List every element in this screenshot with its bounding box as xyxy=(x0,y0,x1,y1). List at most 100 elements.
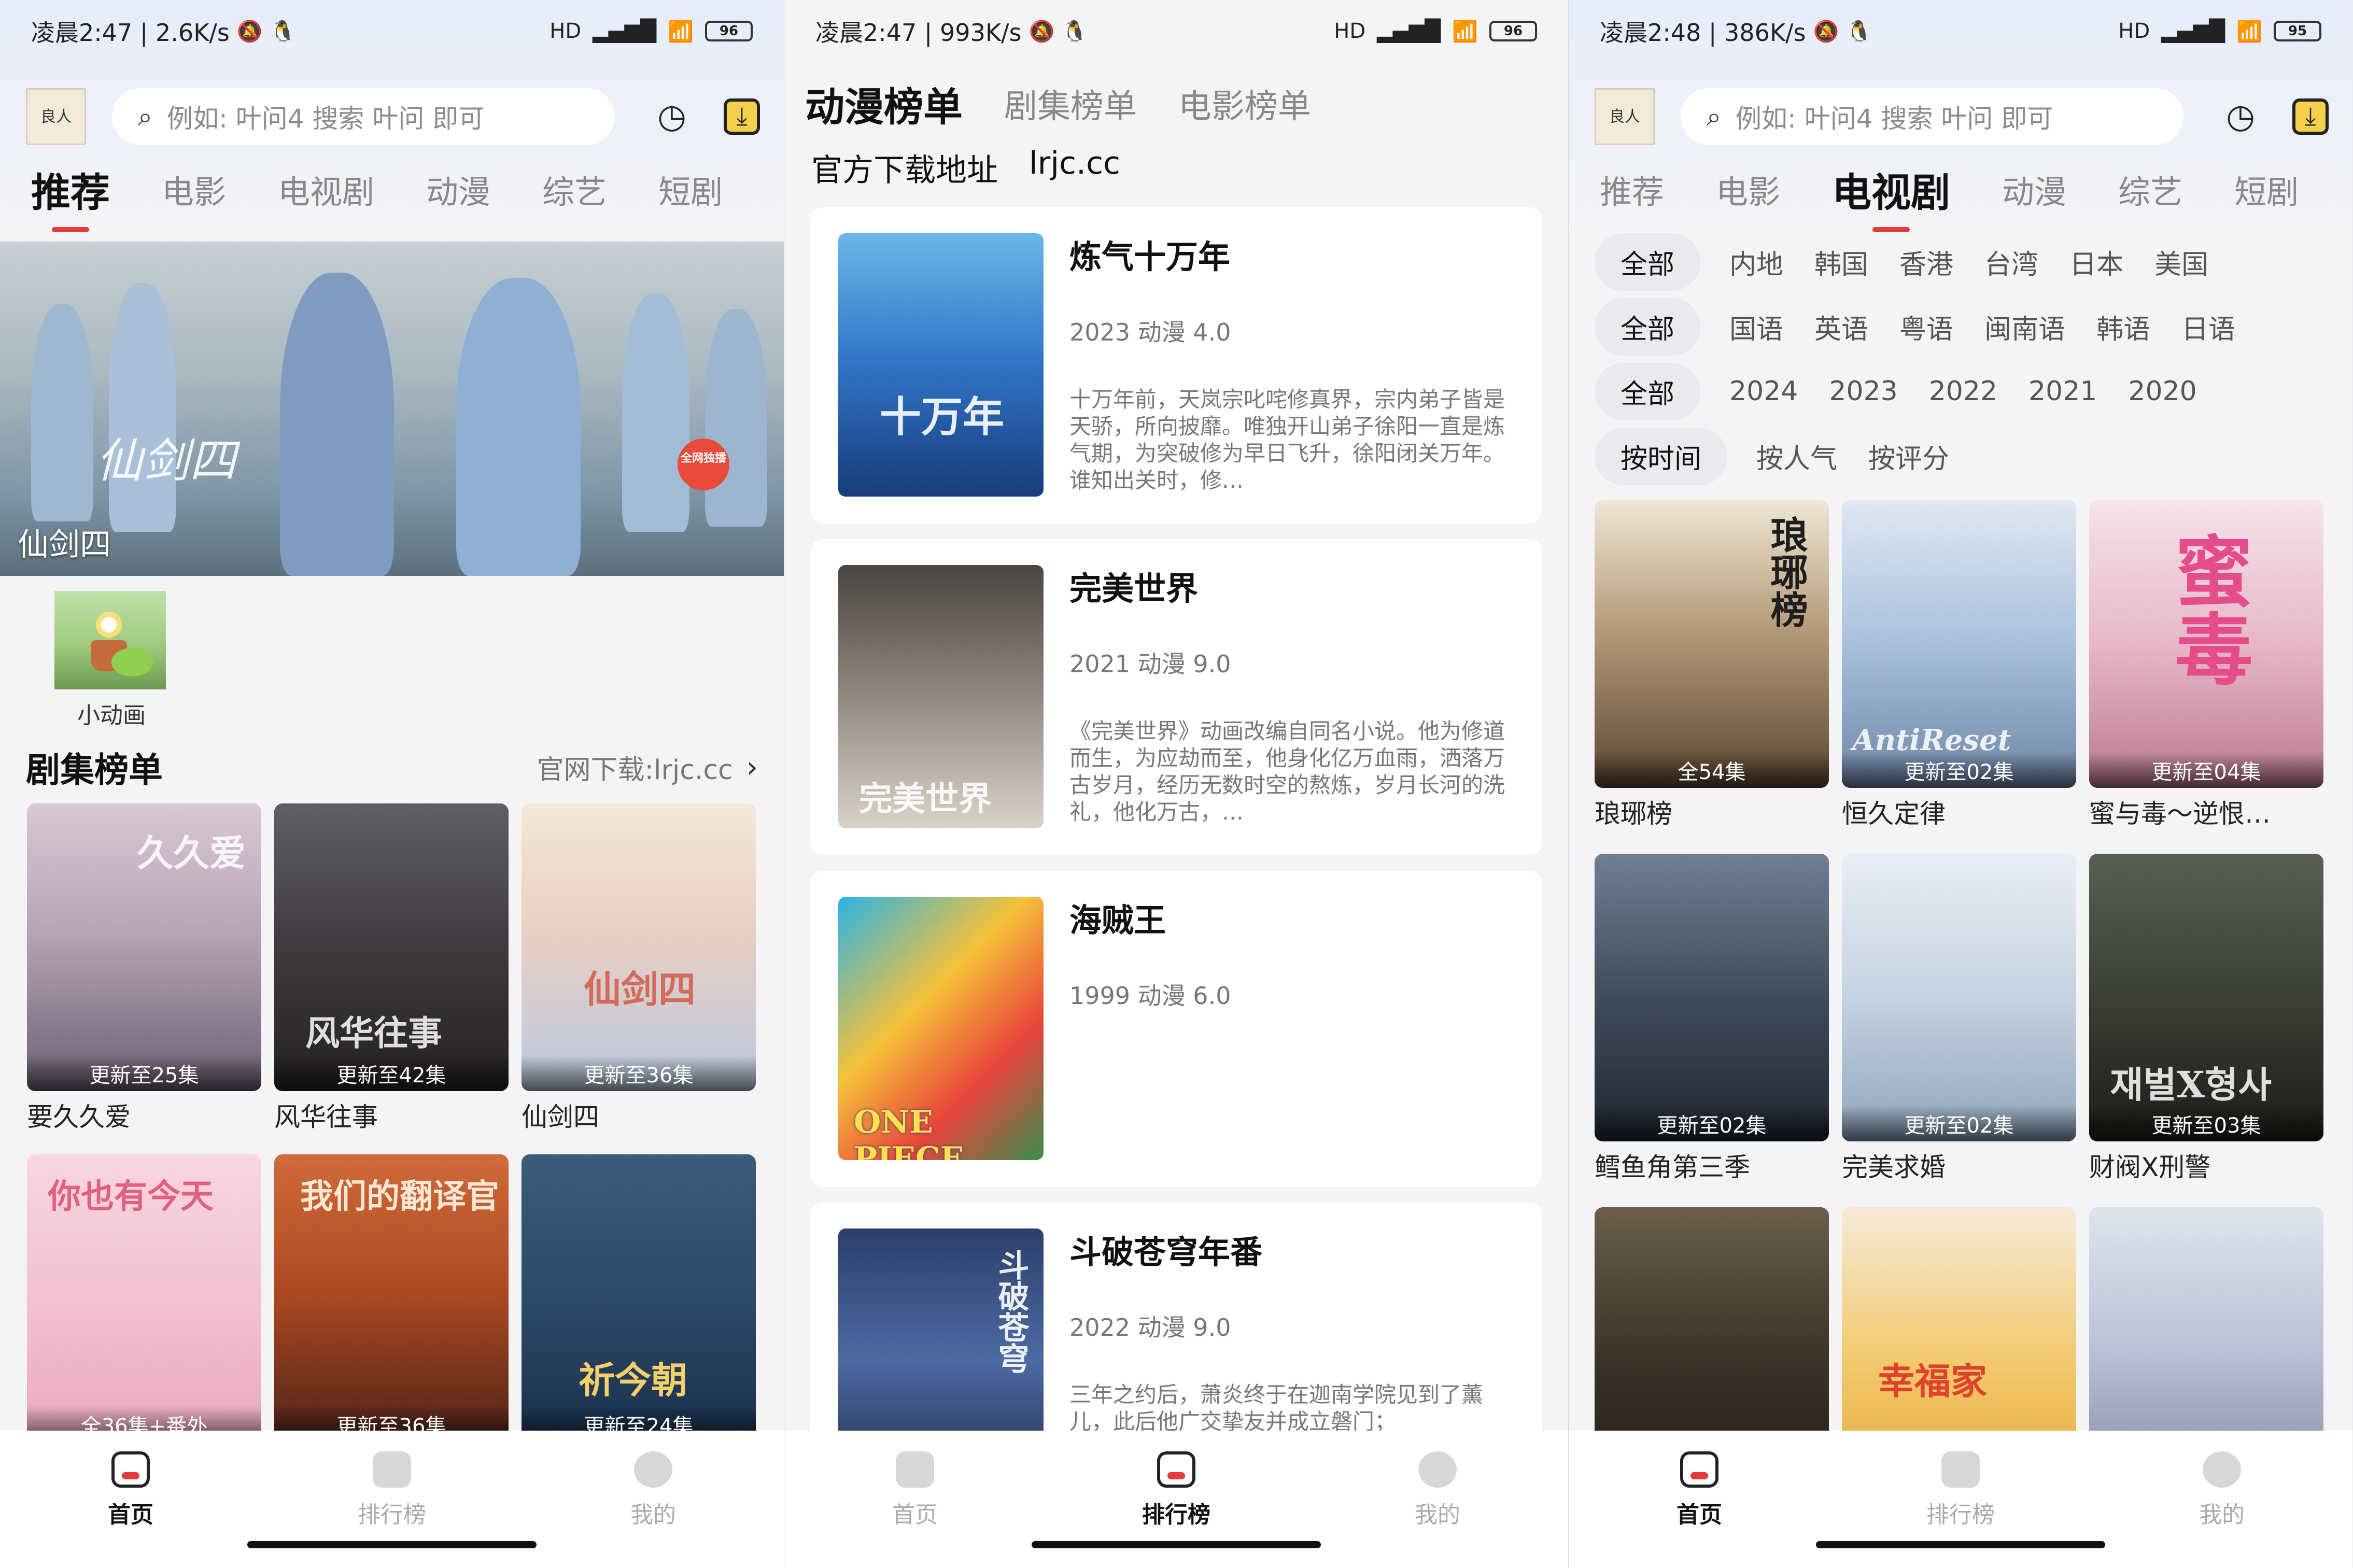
tv-card[interactable]: 재벌X형사 更新至03集 财阀X刑警 xyxy=(2089,854,2323,1184)
tab-variety[interactable]: 综艺 xyxy=(2118,166,2182,213)
tv-card[interactable]: 琅琊榜 全54集 琅琊榜 xyxy=(1595,500,1829,830)
nav-mine[interactable]: 我的 xyxy=(523,1431,784,1534)
nav-mine[interactable]: 我的 xyxy=(2091,1431,2352,1534)
filter-chip[interactable]: 2020 xyxy=(2128,376,2196,407)
filter-chip[interactable]: 粤语 xyxy=(1899,307,1953,346)
status-bar: 凌晨2:47 | 993K/s 🔕 🐧 HD ▂▄▆█ 📶 96 xyxy=(784,0,1568,62)
cover-title-art: ONE PIECE xyxy=(854,1104,964,1160)
tab-anime-rank[interactable]: 动漫榜单 xyxy=(805,75,963,132)
ranking-item[interactable]: ONE PIECE 海贼王 1999 动漫 6.0 xyxy=(810,871,1542,1187)
tv-card[interactable]: 更新至02集 完美求婚 xyxy=(1842,854,2076,1184)
filter-chip[interactable]: 全部 xyxy=(1595,362,1701,420)
status-time-speed: 凌晨2:47 | 2.6K/s xyxy=(31,19,230,47)
tab-recommend[interactable]: 推荐 xyxy=(31,161,110,218)
download-icon[interactable]: ⤓ xyxy=(724,98,760,135)
filter-chip[interactable]: 2021 xyxy=(2028,376,2097,407)
nav-ranking[interactable]: 排行榜 xyxy=(1830,1431,2091,1534)
mini-animation-entry[interactable]: 小动画 xyxy=(54,591,168,730)
nav-label: 排行榜 xyxy=(1926,1502,1995,1528)
ranking-tabs: 动漫榜单 剧集榜单 电影榜单 xyxy=(805,78,1352,130)
tv-card[interactable]: 更新至02集 鳕鱼角第三季 xyxy=(1595,854,1829,1184)
nav-home[interactable]: 首页 xyxy=(1569,1431,1830,1534)
search-input[interactable]: ⌕ 例如: 叶问4 搜索 叶问 即可 xyxy=(1681,88,2183,145)
nav-ranking[interactable]: 排行榜 xyxy=(261,1431,523,1534)
poster-title-art: 祈今朝 xyxy=(579,1359,687,1402)
item-meta: 1999 动漫 6.0 xyxy=(1069,982,1231,1010)
tv-card[interactable]: 蜜毒 更新至04集 蜜与毒～逆恨… xyxy=(2089,500,2323,830)
hero-figure xyxy=(109,283,176,532)
filter-chip[interactable]: 韩国 xyxy=(1814,243,1868,281)
filter-sort: 按时间 按人气 按评分 xyxy=(1595,427,1980,485)
tab-short[interactable]: 短剧 xyxy=(658,166,723,213)
mute-icon: 🔕 xyxy=(1813,19,1839,44)
filter-chip[interactable]: 全部 xyxy=(1595,233,1701,291)
filter-chip[interactable]: 国语 xyxy=(1729,307,1783,346)
chart-icon xyxy=(373,1451,411,1488)
user-icon xyxy=(634,1451,672,1488)
tab-variety[interactable]: 综艺 xyxy=(542,166,607,213)
tab-recommend[interactable]: 推荐 xyxy=(1600,166,1664,213)
cover: 十万年 xyxy=(838,233,1044,497)
chevron-right-icon[interactable]: › xyxy=(746,751,758,784)
tab-drama-rank[interactable]: 剧集榜单 xyxy=(1004,80,1137,128)
filter-chip[interactable]: 全部 xyxy=(1595,298,1701,356)
history-icon[interactable]: ◷ xyxy=(2220,96,2261,137)
filter-chip[interactable]: 按时间 xyxy=(1595,427,1728,485)
nav-label: 我的 xyxy=(2199,1502,2245,1528)
home-indicator[interactable] xyxy=(247,1541,537,1548)
filter-chip[interactable]: 韩语 xyxy=(2096,307,2150,346)
history-icon[interactable]: ◷ xyxy=(651,96,693,137)
ranking-item[interactable]: 完美世界 完美世界 2021 动漫 9.0 《完美世界》动画改编自同名小说。他为… xyxy=(810,539,1542,855)
nav-home[interactable]: 首页 xyxy=(784,1431,1046,1534)
search-input[interactable]: ⌕ 例如: 叶问4 搜索 叶问 即可 xyxy=(112,88,615,145)
official-url[interactable]: lrjc.cc xyxy=(1029,145,1120,190)
home-indicator[interactable] xyxy=(1032,1541,1321,1548)
filter-chip[interactable]: 2022 xyxy=(1929,376,1997,407)
filter-chip[interactable]: 台湾 xyxy=(1984,243,2038,281)
drama-card[interactable]: 祈今朝 更新至24集 xyxy=(522,1154,756,1447)
drama-card[interactable]: 久久爱 更新至25集 要久久爱 xyxy=(27,803,261,1134)
filter-chip[interactable]: 2024 xyxy=(1729,376,1798,407)
filter-chip[interactable]: 按评分 xyxy=(1868,437,1949,476)
filter-chip[interactable]: 2023 xyxy=(1829,376,1897,407)
ranking-item[interactable]: 十万年 炼气十万年 2023 动漫 4.0 十万年前，天岚宗叱咤修真界，宗内弟子… xyxy=(810,207,1542,524)
filter-chip[interactable]: 香港 xyxy=(1899,243,1953,281)
nav-mine[interactable]: 我的 xyxy=(1307,1431,1568,1534)
tab-anime[interactable]: 动漫 xyxy=(2002,166,2066,213)
filter-chip[interactable]: 闽南语 xyxy=(1984,307,2065,346)
app-logo[interactable]: 良人 xyxy=(26,88,86,145)
drama-card[interactable]: 仙剑四 更新至36集 仙剑四 xyxy=(522,803,756,1134)
tab-anime[interactable]: 动漫 xyxy=(426,166,490,213)
poster: 久久爱 更新至25集 xyxy=(27,803,261,1091)
filter-chip[interactable]: 英语 xyxy=(1814,307,1868,346)
tab-short[interactable]: 短剧 xyxy=(2234,166,2299,213)
tv-card[interactable]: AntiReset 更新至02集 恒久定律 xyxy=(1842,500,2076,830)
filter-chip[interactable]: 内地 xyxy=(1729,243,1783,281)
filter-chip[interactable]: 美国 xyxy=(2154,243,2208,281)
drama-card[interactable]: 你也有今天 全36集+番外 xyxy=(27,1154,261,1447)
hero-brand-logo: 仙剑四 xyxy=(96,434,236,488)
app-logo[interactable]: 良人 xyxy=(1595,88,1655,145)
poster-title-art: 你也有今天 xyxy=(48,1177,214,1216)
drama-card[interactable]: 风华往事 更新至42集 风华往事 xyxy=(274,803,509,1134)
nav-ranking[interactable]: 排行榜 xyxy=(1046,1431,1307,1534)
tab-movie-rank[interactable]: 电影榜单 xyxy=(1178,80,1311,128)
drama-card[interactable]: 我们的翻译官 更新至36集 xyxy=(274,1154,509,1447)
filter-chip[interactable]: 日本 xyxy=(2069,243,2123,281)
nav-home[interactable]: 首页 xyxy=(0,1431,261,1534)
download-icon[interactable]: ⤓ xyxy=(2292,98,2329,135)
search-placeholder: 例如: 叶问4 搜索 叶问 即可 xyxy=(1736,104,2053,134)
tab-movie[interactable]: 电影 xyxy=(162,166,226,213)
filter-chip[interactable]: 按人气 xyxy=(1756,437,1837,476)
filter-chip[interactable]: 日语 xyxy=(2181,307,2235,346)
hd-label: HD xyxy=(2118,19,2150,43)
hero-banner[interactable]: 仙剑四 全网独播 仙剑四 xyxy=(0,242,784,576)
tab-movie[interactable]: 电影 xyxy=(1716,166,1780,213)
home-indicator[interactable] xyxy=(1816,1541,2105,1548)
battery-icon: 96 xyxy=(1489,21,1537,41)
section-more-link[interactable]: 官网下载:lrjc.cc xyxy=(537,748,733,787)
nav-label: 首页 xyxy=(892,1502,938,1528)
tab-tv[interactable]: 电视剧 xyxy=(1832,161,1950,218)
item-meta: 2023 动漫 4.0 xyxy=(1069,318,1231,346)
tab-tv[interactable]: 电视剧 xyxy=(278,166,374,213)
